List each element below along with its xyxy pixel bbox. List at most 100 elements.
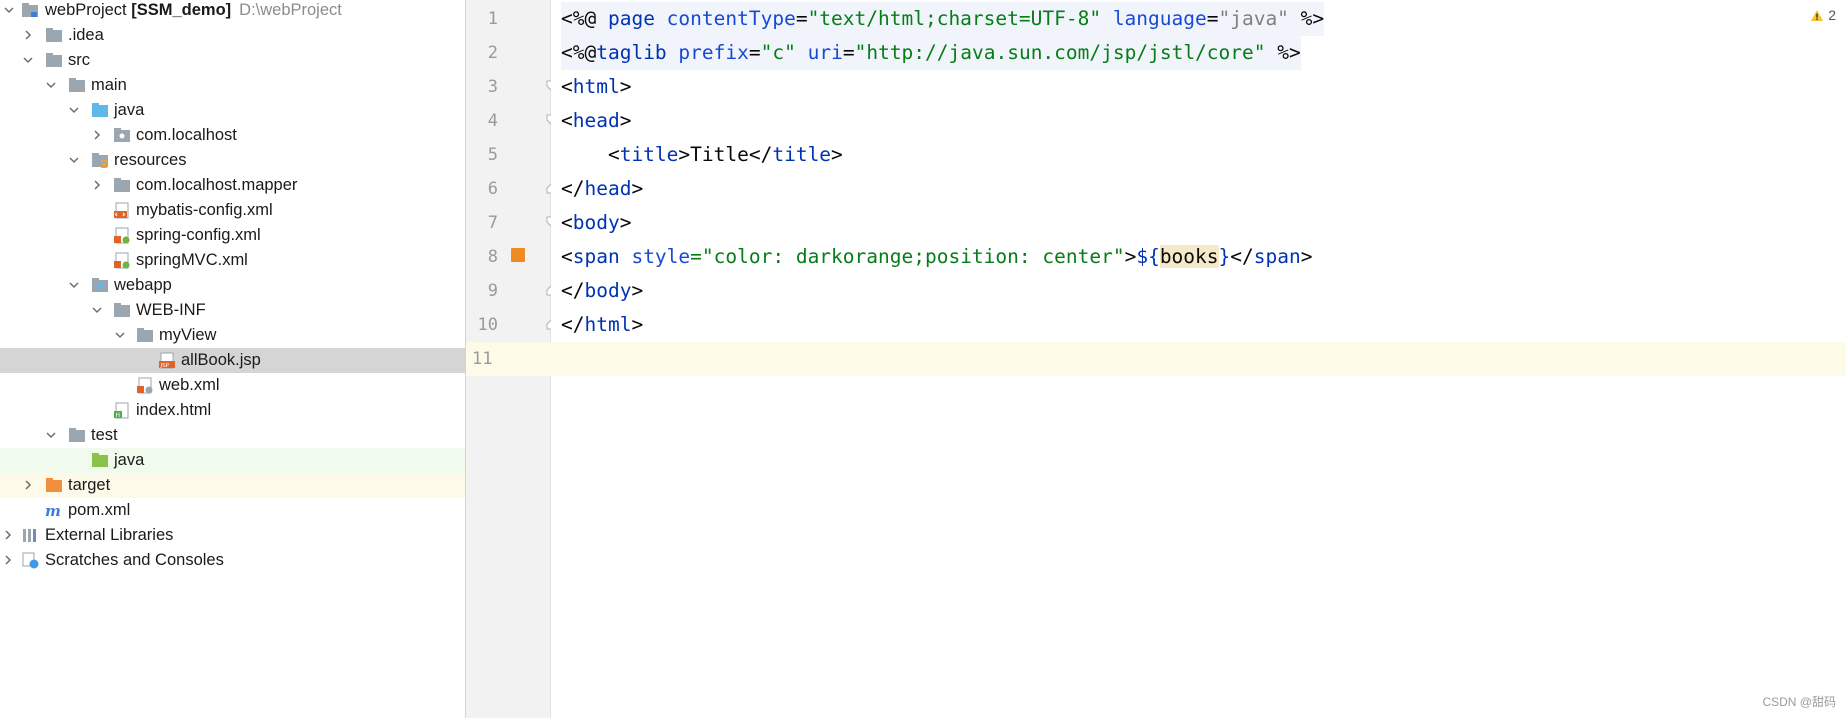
code-token: > (631, 279, 644, 302)
folder-icon (45, 52, 63, 69)
code-line[interactable]: <%@ page contentType="text/html;charset=… (551, 2, 1846, 36)
tree-item-allbook-jsp[interactable]: JSP allBook.jsp (0, 348, 465, 373)
watermark: CSDN @甜码 (1762, 695, 1836, 709)
code-line-current[interactable] (551, 342, 1846, 376)
code-line[interactable]: <span style="color: darkorange;position:… (551, 240, 1846, 274)
tree-item-label: springMVC.xml (136, 251, 248, 269)
code-token: > (631, 177, 644, 200)
chevron-down-icon[interactable] (69, 105, 79, 115)
tree-item-web-inf[interactable]: WEB-INF (0, 298, 465, 323)
chevron-right-icon[interactable] (3, 530, 13, 540)
line-number: 1 (487, 9, 498, 29)
tree-item-label: spring-config.xml (136, 226, 261, 244)
tree-item-external-libraries[interactable]: External Libraries (0, 523, 465, 548)
chevron-right-icon[interactable] (3, 555, 13, 565)
code-token: span (1253, 245, 1301, 268)
code-token: > (678, 143, 691, 166)
inspection-widget[interactable]: 2 (1810, 7, 1836, 25)
code-token: < (561, 109, 573, 132)
code-line[interactable]: </body> (551, 274, 1846, 308)
code-line[interactable]: <head> (551, 104, 1846, 138)
tree-item-pom[interactable]: m pom.xml (0, 498, 465, 523)
code-token: } (1218, 245, 1231, 268)
tree-item-java-source[interactable]: java (0, 98, 465, 123)
tree-item-label: java (114, 101, 145, 119)
tree-item-test[interactable]: test (0, 423, 465, 448)
chevron-down-icon[interactable] (23, 55, 33, 65)
chevron-right-icon[interactable] (23, 30, 33, 40)
chevron-right-icon[interactable] (92, 130, 102, 140)
code-line[interactable]: <body> (551, 206, 1846, 240)
tree-item-main[interactable]: main (0, 73, 465, 98)
line-number: 4 (487, 111, 498, 131)
tree-item-spring-config[interactable]: spring-config.xml (0, 223, 465, 248)
color-preview-icon[interactable] (511, 248, 525, 262)
folder-icon (136, 327, 154, 344)
code-token: ;position: (913, 245, 1043, 268)
code-token: head (572, 109, 620, 132)
xml-file-icon (113, 202, 131, 219)
tree-item-mapper-folder[interactable]: com.localhost.mapper (0, 173, 465, 198)
tree-item-resources[interactable]: resources (0, 148, 465, 173)
code-token: ${ (1136, 245, 1160, 268)
chevron-down-icon[interactable] (46, 430, 56, 440)
code-token: "http://java.sun.com/jsp/jstl/core" (854, 41, 1266, 64)
code-token: > (619, 109, 632, 132)
tree-item-springmvc[interactable]: springMVC.xml (0, 248, 465, 273)
code-line[interactable]: <%@taglib prefix="c" uri="http://java.su… (551, 36, 1846, 70)
chevron-down-icon[interactable] (92, 305, 102, 315)
tree-item-label: index.html (136, 401, 212, 419)
code-token: center (1042, 245, 1113, 268)
code-token: = (842, 41, 855, 64)
chevron-down-icon[interactable] (115, 330, 125, 340)
folder-icon (68, 427, 86, 444)
chevron-down-icon[interactable] (69, 155, 79, 165)
jsp-file-icon: JSP (158, 352, 176, 369)
code-token: contentType (666, 7, 796, 30)
tree-item-webapp[interactable]: webapp (0, 273, 465, 298)
code-token: = (1206, 7, 1219, 30)
tree-item-mybatis-config[interactable]: mybatis-config.xml (0, 198, 465, 223)
tree-item-myview[interactable]: myView (0, 323, 465, 348)
spring-xml-icon (113, 227, 131, 244)
tree-item-test-java[interactable]: java (0, 448, 465, 473)
code-line[interactable]: </head> (551, 172, 1846, 206)
code-token: head (584, 177, 632, 200)
tree-item-scratches[interactable]: Scratches and Consoles (0, 548, 465, 573)
tree-item-src[interactable]: src (0, 48, 465, 73)
tree-item-label: main (91, 76, 127, 94)
code-token: title (619, 143, 679, 166)
chevron-right-icon[interactable] (92, 180, 102, 190)
test-source-folder-icon (91, 452, 109, 469)
scratches-icon (21, 552, 39, 569)
code-line[interactable]: <title>Title</title> (551, 138, 1846, 172)
folder-icon (68, 77, 86, 94)
tree-item-index-html[interactable]: H index.html (0, 398, 465, 423)
tree-item-root[interactable]: webProject [SSM_demo] D:\webProject (0, 0, 465, 23)
code-token: = (748, 41, 761, 64)
chevron-down-icon[interactable] (69, 280, 79, 290)
tree-item-target[interactable]: target (0, 473, 465, 498)
tree-item-web-xml[interactable]: web.xml (0, 373, 465, 398)
project-tree-panel: webProject [SSM_demo] D:\webProject .idea… (0, 0, 466, 718)
code-line[interactable]: </html> (551, 308, 1846, 342)
chevron-down-icon[interactable] (46, 80, 56, 90)
svg-text:JSP: JSP (160, 363, 170, 369)
line-number: 10 (477, 315, 498, 335)
code-editor[interactable]: <%@ page contentType="text/html;charset=… (551, 0, 1846, 718)
web-folder-icon (91, 277, 109, 294)
code-token: title (772, 143, 832, 166)
chevron-down-icon[interactable] (4, 5, 14, 15)
code-token: "text/html;charset=UTF-8" (807, 7, 1102, 30)
chevron-right-icon[interactable] (23, 480, 33, 490)
code-token: %> (1288, 7, 1325, 30)
tree-item-package[interactable]: com.localhost (0, 123, 465, 148)
tree-item-idea[interactable]: .idea (0, 23, 465, 48)
code-token: < (561, 143, 620, 166)
code-token: "c" (760, 41, 796, 64)
tree-item-label: target (68, 476, 111, 494)
code-line[interactable]: <html> (551, 70, 1846, 104)
code-token: uri (807, 41, 843, 64)
tree-item-label: pom.xml (68, 501, 131, 519)
